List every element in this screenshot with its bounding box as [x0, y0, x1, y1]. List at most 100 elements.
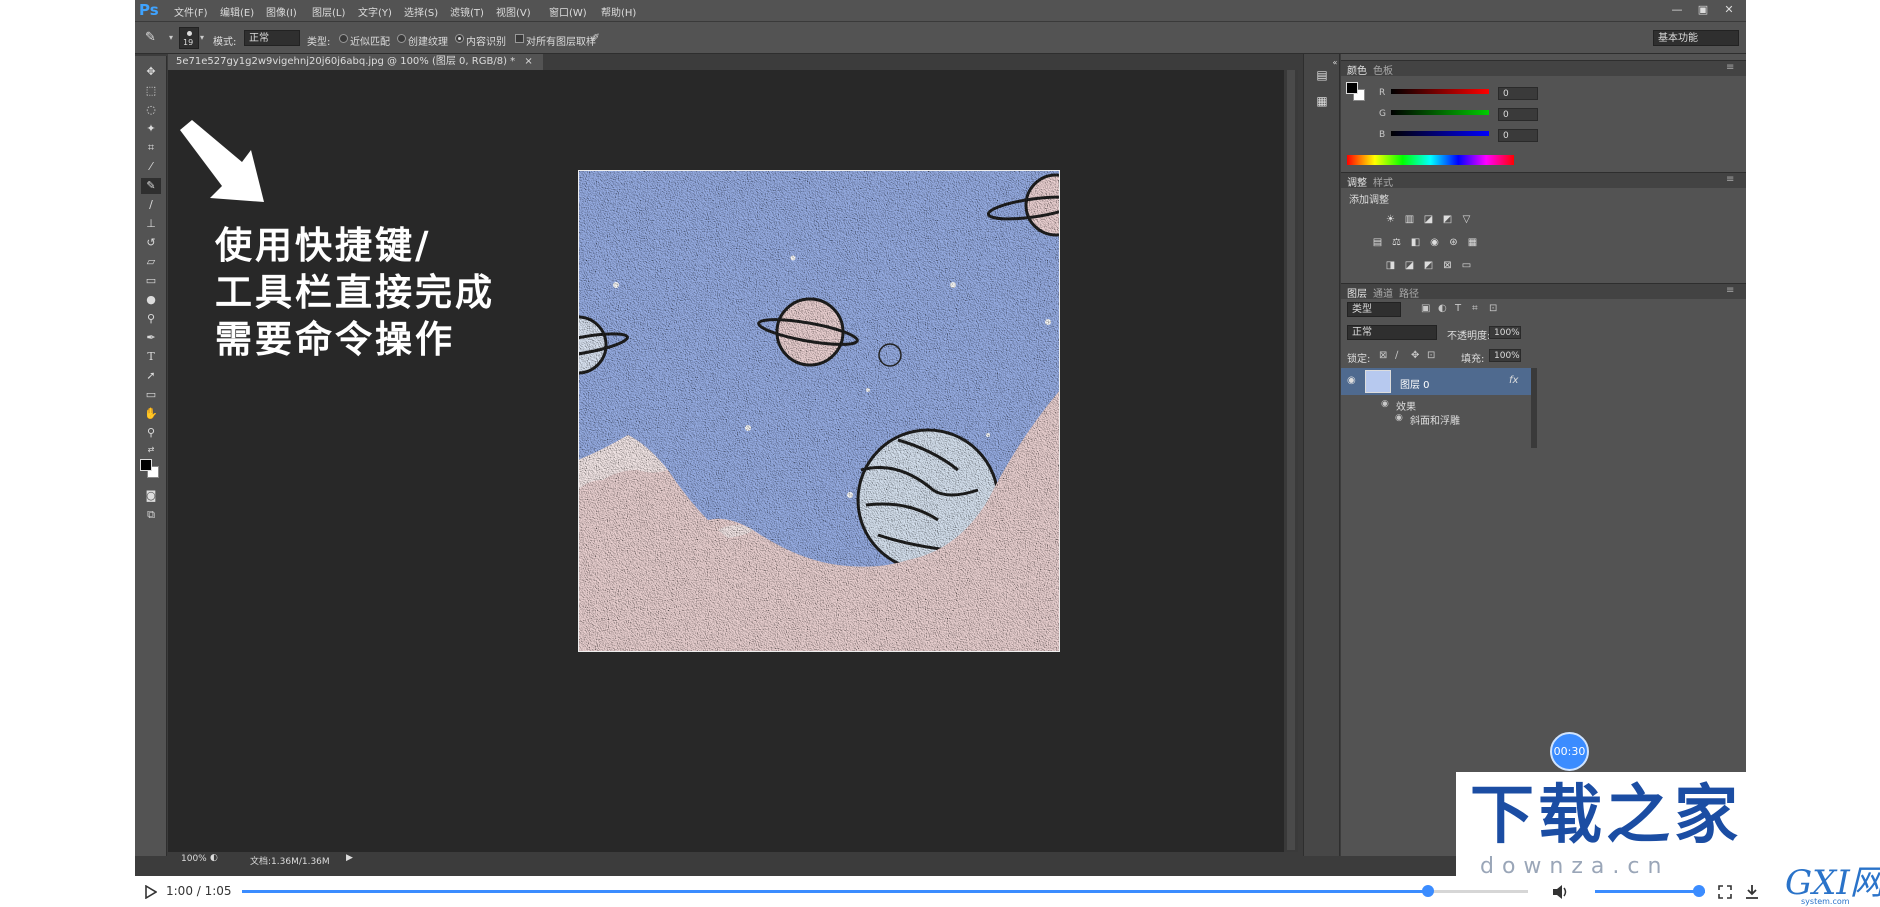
progress-knob[interactable]	[1421, 885, 1434, 897]
layer-row[interactable]: ◉ 图层 0 fx	[1341, 368, 1531, 395]
effects-eye-icon[interactable]: ◉	[1381, 399, 1389, 409]
swap-colors-icon[interactable]: ⇄	[141, 442, 161, 458]
menu-view[interactable]: 视图(V)	[496, 4, 531, 19]
threshold-icon[interactable]: ◩	[1422, 259, 1435, 272]
menu-type[interactable]: 文字(Y)	[358, 4, 392, 19]
eyedropper-tool-icon[interactable]: ⁄	[141, 159, 161, 175]
levels-icon[interactable]: ▥	[1403, 213, 1416, 226]
mode-select[interactable]: 正常	[244, 30, 300, 46]
healing-brush-tool-icon[interactable]: ✎	[141, 178, 161, 194]
posterize-icon[interactable]: ◪	[1403, 259, 1416, 272]
clone-stamp-tool-icon[interactable]: ⊥	[141, 216, 161, 232]
document-tab[interactable]: 5e71e527gy1g2w9vigehnj20j60j6abq.jpg @ 1…	[168, 54, 543, 70]
layer-name[interactable]: 图层 0	[1400, 376, 1430, 391]
color-lookup-icon[interactable]: ▦	[1466, 236, 1479, 249]
filter-type-icon[interactable]: T	[1455, 303, 1461, 314]
opacity-value[interactable]: 100%	[1489, 326, 1521, 339]
volume-slider[interactable]	[1595, 885, 1705, 897]
volume-knob[interactable]	[1693, 885, 1705, 897]
g-value[interactable]: 0	[1498, 108, 1538, 121]
pen-tool-icon[interactable]: ✒	[141, 330, 161, 346]
fx-badge[interactable]: fx	[1509, 375, 1518, 386]
menu-filter[interactable]: 滤镜(T)	[450, 4, 484, 19]
tool-preset-dropdown-icon[interactable]: ▾	[169, 33, 173, 42]
workspace-select[interactable]: 基本功能	[1653, 30, 1739, 46]
lock-transparent-icon[interactable]: ⊠	[1379, 350, 1387, 361]
bevel-eye-icon[interactable]: ◉	[1395, 413, 1403, 423]
g-slider[interactable]	[1391, 110, 1489, 115]
properties-panel-icon[interactable]: ▦	[1313, 92, 1331, 110]
crop-tool-icon[interactable]: ⌗	[141, 140, 161, 156]
vertical-scrollbar[interactable]	[1284, 70, 1298, 852]
foreground-color-swatch[interactable]	[140, 459, 152, 471]
adjust-panel-menu-icon[interactable]: ≡	[1726, 174, 1734, 185]
sample-all-layers-checkbox[interactable]	[515, 34, 524, 43]
tab-paths[interactable]: 路径	[1399, 285, 1419, 300]
filter-pixel-icon[interactable]: ▣	[1421, 303, 1430, 314]
marquee-tool-icon[interactable]: ⬚	[141, 83, 161, 99]
b-value[interactable]: 0	[1498, 129, 1538, 142]
tab-adjustments[interactable]: 调整	[1347, 174, 1367, 189]
vibrance-icon[interactable]: ▽	[1460, 213, 1473, 226]
export-icon[interactable]: ◐	[210, 853, 218, 863]
black-white-icon[interactable]: ◧	[1409, 236, 1422, 249]
brightness-icon[interactable]: ☀	[1384, 213, 1397, 226]
progress-bar[interactable]	[242, 885, 1528, 897]
channel-mixer-icon[interactable]: ⊛	[1447, 236, 1460, 249]
r-slider[interactable]	[1391, 89, 1489, 94]
brush-picker-chevron-icon[interactable]: ▾	[200, 33, 204, 42]
lock-pixels-icon[interactable]: ∕	[1395, 350, 1398, 361]
radio-proximity-match[interactable]	[339, 34, 348, 43]
download-icon[interactable]	[1745, 884, 1759, 900]
layer-visibility-eye-icon[interactable]: ◉	[1347, 375, 1356, 386]
brush-tool-icon[interactable]: ∕	[141, 197, 161, 213]
dodge-tool-icon[interactable]: ⚲	[141, 311, 161, 327]
curves-icon[interactable]: ◪	[1422, 213, 1435, 226]
tab-layers[interactable]: 图层	[1347, 285, 1367, 300]
gradient-map-icon[interactable]: ▭	[1460, 259, 1473, 272]
invert-icon[interactable]: ◨	[1384, 259, 1397, 272]
radio-content-aware[interactable]	[455, 34, 464, 43]
minimize-button[interactable]: —	[1665, 2, 1689, 17]
scrollbar-thumb[interactable]	[1287, 70, 1295, 850]
gradient-tool-icon[interactable]: ▭	[141, 273, 161, 289]
layer-filter-select[interactable]: 类型	[1347, 302, 1401, 317]
layers-panel-menu-icon[interactable]: ≡	[1726, 285, 1734, 296]
hand-tool-icon[interactable]: ✋	[141, 406, 161, 422]
panel-menu-icon[interactable]: ≡	[1726, 62, 1734, 73]
brush-size-picker[interactable]: 19	[179, 27, 199, 49]
screen-mode-icon[interactable]: ⧉	[141, 507, 161, 523]
menu-edit[interactable]: 编辑(E)	[220, 4, 254, 19]
menu-file[interactable]: 文件(F)	[174, 4, 208, 19]
zoom-level[interactable]: 100%	[181, 854, 207, 864]
lasso-tool-icon[interactable]: ◌	[141, 102, 161, 118]
radio-create-texture[interactable]	[397, 34, 406, 43]
hue-sat-icon[interactable]: ▤	[1371, 236, 1384, 249]
exposure-icon[interactable]: ◩	[1441, 213, 1454, 226]
filter-adjust-icon[interactable]: ◐	[1438, 303, 1447, 314]
type-tool-icon[interactable]: T	[141, 349, 161, 365]
menu-select[interactable]: 选择(S)	[404, 4, 438, 19]
spot-healing-brush-icon[interactable]: ✎	[145, 30, 167, 46]
tab-color[interactable]: 颜色	[1347, 62, 1367, 77]
lock-position-icon[interactable]: ✥	[1411, 350, 1419, 361]
move-tool-icon[interactable]: ✥	[141, 64, 161, 80]
status-menu-arrow-icon[interactable]: ▶	[346, 853, 353, 863]
r-value[interactable]: 0	[1498, 87, 1538, 100]
path-select-tool-icon[interactable]: ➚	[141, 368, 161, 384]
document-tab-close-icon[interactable]: ×	[524, 56, 532, 67]
history-brush-tool-icon[interactable]: ↺	[141, 235, 161, 251]
menu-window[interactable]: 窗口(W)	[549, 4, 587, 19]
quick-mask-icon[interactable]: ◙	[141, 488, 161, 504]
menu-help[interactable]: 帮助(H)	[601, 4, 636, 19]
quick-select-tool-icon[interactable]: ✦	[141, 121, 161, 137]
color-ramp[interactable]	[1347, 155, 1514, 165]
b-slider[interactable]	[1391, 131, 1489, 136]
fullscreen-icon[interactable]	[1718, 885, 1732, 899]
close-button[interactable]: ✕	[1717, 2, 1741, 17]
selective-color-icon[interactable]: ⊠	[1441, 259, 1454, 272]
filter-shape-icon[interactable]: ⌗	[1472, 303, 1478, 314]
tab-channels[interactable]: 通道	[1373, 285, 1393, 300]
volume-icon[interactable]	[1552, 884, 1570, 900]
zoom-tool-icon[interactable]: ⚲	[141, 425, 161, 441]
